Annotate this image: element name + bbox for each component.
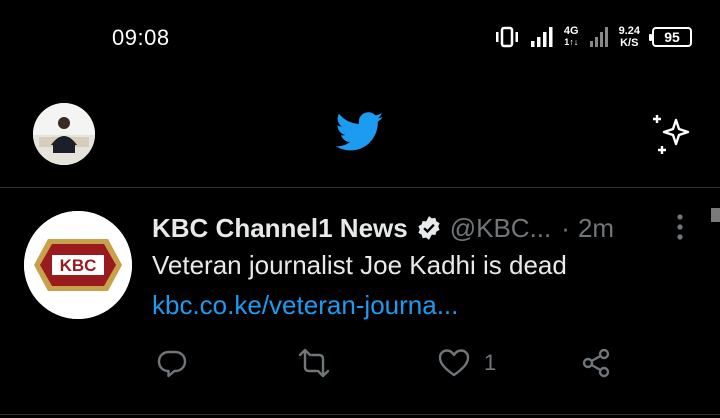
tweet-timestamp[interactable]: 2m <box>578 213 614 244</box>
network-speed-value: 9.24 <box>618 25 640 37</box>
share-icon <box>582 348 610 378</box>
reply-button[interactable] <box>156 343 188 383</box>
app-header <box>0 88 720 186</box>
signal-icon <box>530 27 553 47</box>
profile-avatar[interactable] <box>33 103 95 165</box>
tweet-link[interactable]: kbc.co.ke/veteran-journa... <box>152 290 458 321</box>
heart-icon <box>438 349 470 377</box>
more-options-icon[interactable] <box>670 212 690 242</box>
kbc-logo-text: KBC <box>60 256 97 275</box>
status-icons: 4G 1↑↓ 9.24 K/S 95 <box>494 20 692 54</box>
retweet-button[interactable] <box>298 343 330 383</box>
kbc-logo-icon: KBC <box>24 211 132 319</box>
tweet-text: Veteran journalist Joe Kadhi is dead <box>152 250 567 280</box>
vibrate-icon <box>495 26 518 48</box>
tweet-header: KBC Channel1 News @KBC... · 2m <box>152 211 614 245</box>
share-button[interactable] <box>580 343 612 383</box>
like-count: 1 <box>484 350 497 375</box>
tweet-actions: 1 <box>0 343 720 383</box>
author-name[interactable]: KBC Channel1 News <box>152 213 408 244</box>
twitter-bird-icon[interactable] <box>336 112 384 152</box>
verified-badge-icon <box>418 216 440 240</box>
tweet-divider <box>0 414 720 415</box>
network-speed-unit: K/S <box>620 37 639 49</box>
battery-indicator: 95 <box>649 27 692 47</box>
signal-icon-2 <box>589 27 608 47</box>
author-handle[interactable]: @KBC... <box>450 213 552 244</box>
tweet-author-avatar[interactable]: KBC <box>24 211 132 319</box>
tweet[interactable]: KBC KBC Channel1 News @KBC... · 2m Veter… <box>0 188 720 416</box>
separator-dot: · <box>561 212 570 243</box>
status-bar: 09:08 4G 1↑↓ 9.24 K/S 95 <box>0 0 720 76</box>
profile-photo-icon <box>33 103 95 165</box>
network-type-label: 4G <box>563 25 579 37</box>
reply-icon <box>157 350 187 378</box>
retweet-icon <box>298 348 330 378</box>
status-time: 09:08 <box>112 25 170 50</box>
sparkle-icon[interactable] <box>648 110 696 158</box>
network-speed: 9.24 K/S <box>619 25 640 49</box>
like-button[interactable]: 1 <box>438 343 496 383</box>
battery-level: 95 <box>664 29 680 45</box>
network-activity: 1↑↓ <box>564 37 579 47</box>
scrollbar-thumb[interactable] <box>711 208 720 222</box>
network-type: 4G 1↑↓ <box>564 26 579 48</box>
